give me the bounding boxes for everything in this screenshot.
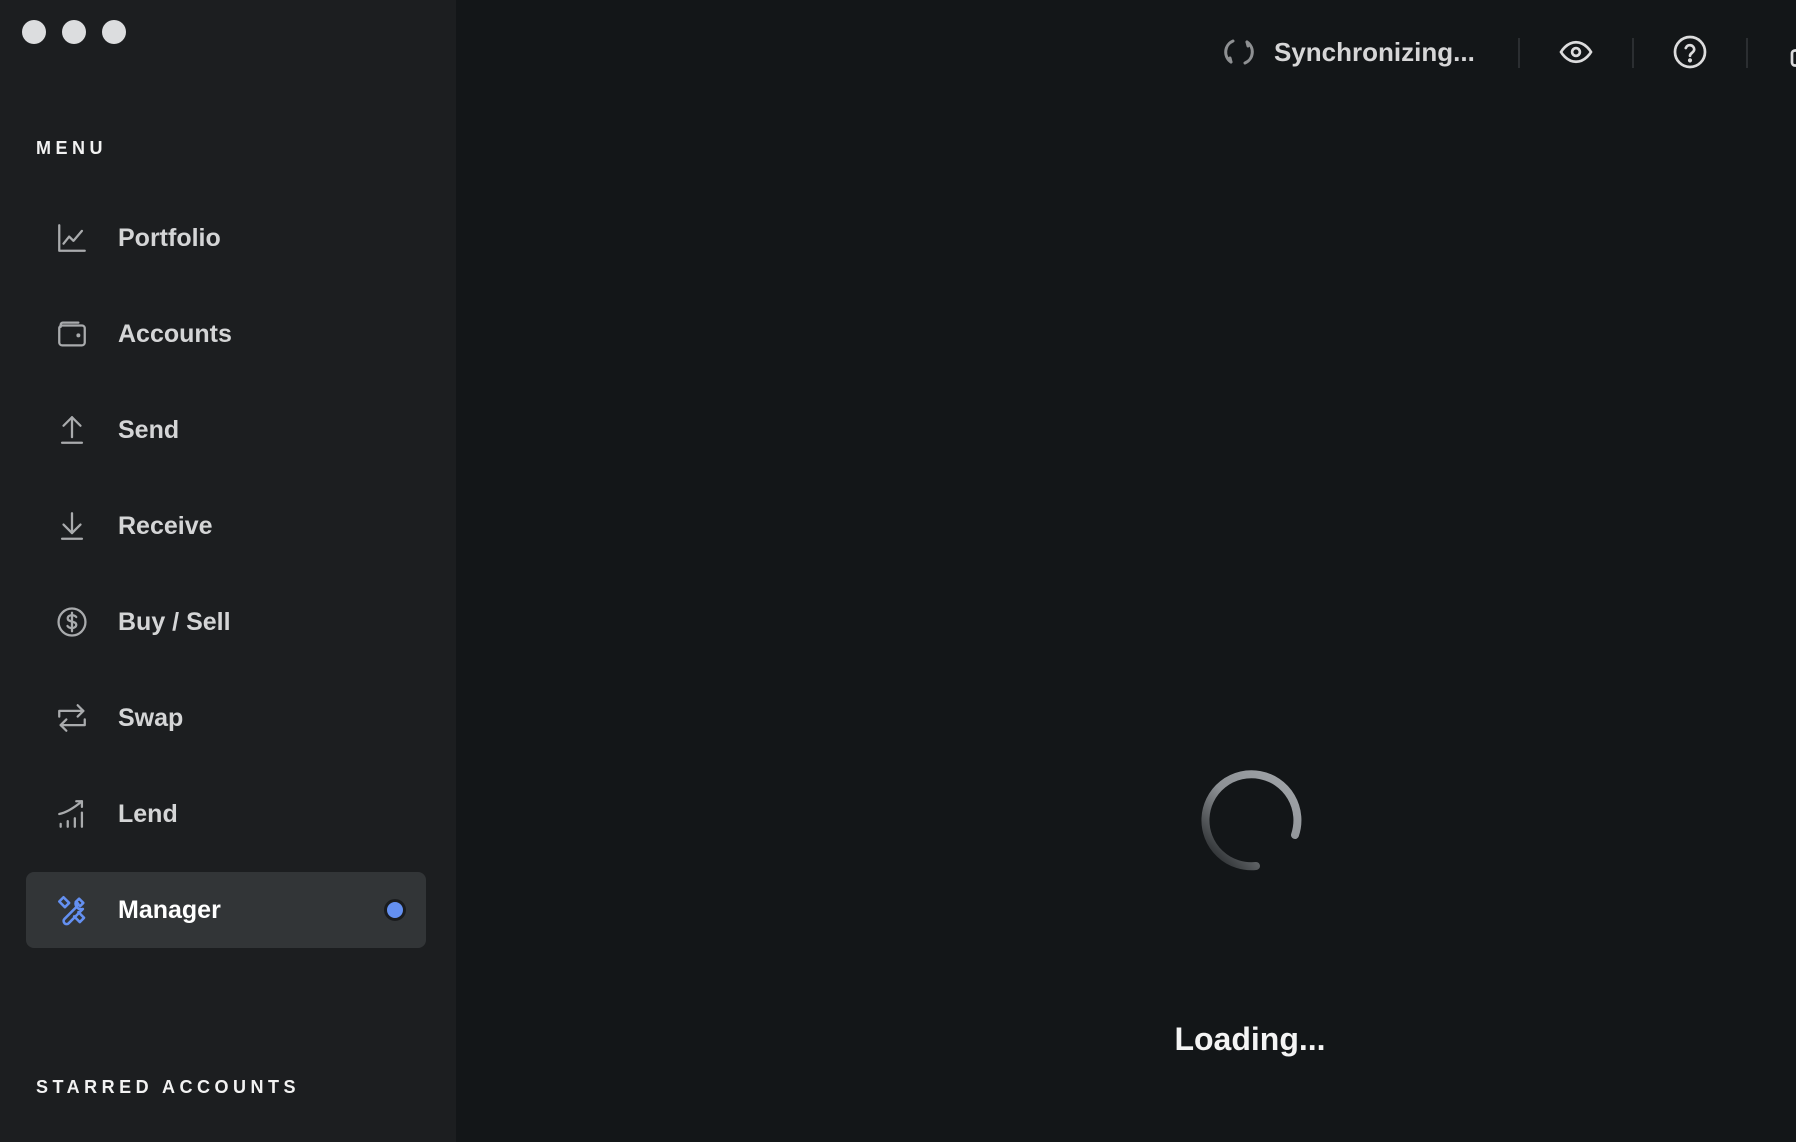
lock-icon[interactable] <box>1786 34 1796 70</box>
divider <box>1632 38 1634 68</box>
dollar-circle-icon <box>54 604 90 640</box>
sidebar-item-label: Portfolio <box>118 223 221 252</box>
sidebar-item-label: Manager <box>118 895 221 924</box>
loading-text: Loading... <box>1174 1021 1326 1057</box>
sidebar-item-lend[interactable]: Lend <box>26 776 426 852</box>
notification-dot <box>384 899 406 921</box>
sync-status[interactable]: Synchronizing... <box>1222 36 1475 68</box>
wallet-icon <box>54 316 90 352</box>
sync-icon <box>1222 36 1256 68</box>
loading-spinner <box>1201 770 1302 871</box>
sidebar-item-swap[interactable]: Swap <box>26 680 426 756</box>
sidebar-item-label: Buy / Sell <box>118 607 231 636</box>
sidebar-item-portfolio[interactable]: Portfolio <box>26 200 426 276</box>
sidebar-item-label: Accounts <box>118 319 232 348</box>
arrow-down-icon <box>54 508 90 544</box>
menu-section-title: MENU <box>36 138 107 158</box>
sidebar-item-send[interactable]: Send <box>26 392 426 468</box>
lend-chart-icon <box>54 796 90 832</box>
window-controls <box>22 20 126 44</box>
sidebar-item-accounts[interactable]: Accounts <box>26 296 426 372</box>
sidebar-item-receive[interactable]: Receive <box>26 488 426 564</box>
sidebar-item-buy-sell[interactable]: Buy / Sell <box>26 584 426 660</box>
help-icon[interactable] <box>1672 34 1708 70</box>
starred-accounts-title: STARRED ACCOUNTS <box>36 1077 300 1097</box>
sidebar: MENU Portfolio Accounts Send Receive Buy… <box>0 0 456 1142</box>
swap-arrows-icon <box>54 700 90 736</box>
close-window-button[interactable] <box>22 20 46 44</box>
top-bar: Synchronizing... <box>456 0 1796 104</box>
sidebar-nav: Portfolio Accounts Send Receive Buy / Se… <box>26 200 426 968</box>
arrow-up-icon <box>54 412 90 448</box>
sidebar-item-label: Send <box>118 415 180 444</box>
maximize-window-button[interactable] <box>102 20 126 44</box>
divider <box>1518 38 1520 68</box>
sidebar-item-label: Receive <box>118 511 213 540</box>
minimize-window-button[interactable] <box>62 20 86 44</box>
chart-line-icon <box>54 220 90 256</box>
divider <box>1746 38 1748 68</box>
sidebar-item-manager[interactable]: Manager <box>26 872 426 948</box>
tools-icon <box>54 892 90 928</box>
sidebar-item-label: Swap <box>118 703 184 732</box>
sync-status-text: Synchronizing... <box>1274 36 1475 67</box>
eye-icon[interactable] <box>1558 34 1594 70</box>
sidebar-item-label: Lend <box>118 799 178 828</box>
